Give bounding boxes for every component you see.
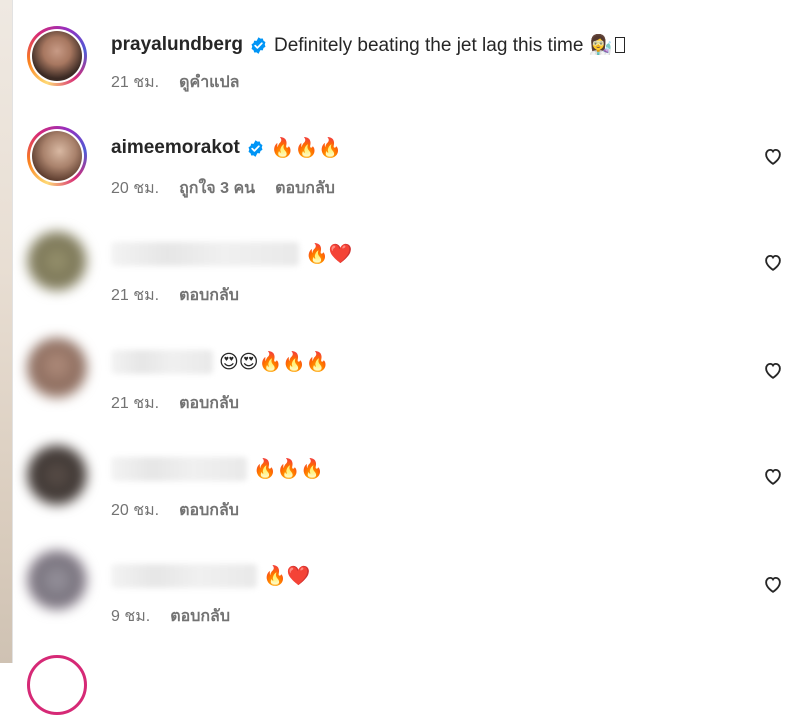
reply-button[interactable]: ตอบกลับ (179, 498, 239, 523)
avatar[interactable] (27, 338, 87, 398)
heart-outline-icon[interactable] (762, 359, 784, 381)
username-link[interactable]: aimeemorakot (111, 137, 240, 159)
reply-button[interactable]: ตอบกลับ (170, 604, 230, 629)
heart-outline-icon[interactable] (762, 573, 784, 595)
translate-link[interactable]: ดูคำแปล (179, 70, 239, 95)
verified-badge-icon (251, 36, 266, 54)
heart-outline-icon[interactable] (762, 465, 784, 487)
comment-header: 😍😍🔥🔥🔥 (111, 349, 330, 375)
likes-count-link[interactable]: ถูกใจ 3 คน (179, 176, 255, 201)
username-link-blurred[interactable] (111, 242, 299, 266)
comment-time: 20 ชม. (111, 501, 160, 519)
missing-glyph-box (615, 37, 626, 53)
heart-outline-icon[interactable] (762, 251, 784, 273)
comment-header: 🔥🔥🔥 (111, 456, 324, 482)
comment-item: 🔥❤️ 21 ชม. ตอบกลับ (0, 228, 800, 328)
comment-time: 21 ชม. (111, 73, 160, 91)
avatar[interactable] (27, 445, 87, 505)
comment-meta: 20 ชม. ตอบกลับ (111, 499, 259, 521)
comment-text: 😍😍🔥🔥🔥 (219, 352, 330, 373)
avatar[interactable] (27, 26, 87, 86)
comment-time: 21 ชม. (111, 286, 160, 304)
reply-button[interactable]: ตอบกลับ (179, 283, 239, 308)
comment-text: 🔥🔥🔥 (270, 138, 342, 159)
comment-item: prayalundberg Definitely beating the jet… (0, 15, 800, 115)
avatar[interactable] (27, 126, 87, 186)
comment-text: 🔥🔥🔥 (253, 459, 324, 480)
comment-item: 🔥🔥🔥 20 ชม. ตอบกลับ (0, 443, 800, 543)
comment-meta: 9 ชม. ตอบกลับ (111, 605, 250, 627)
comment-text: Definitely beating the jet lag this time… (273, 35, 613, 56)
avatar-partial[interactable] (27, 655, 87, 715)
comment-item: 🔥❤️ 9 ชม. ตอบกลับ (0, 550, 800, 650)
comment-meta: 21 ชม. ตอบกลับ (111, 284, 259, 306)
comment-meta: 21 ชม. ดูคำแปล (111, 71, 259, 93)
avatar[interactable] (27, 231, 87, 291)
comment-meta: 21 ชม. ตอบกลับ (111, 392, 259, 414)
heart-outline-icon[interactable] (762, 145, 784, 167)
avatar[interactable] (27, 550, 87, 610)
comment-header: 🔥❤️ (111, 241, 352, 267)
reply-button[interactable]: ตอบกลับ (179, 391, 239, 416)
comment-text: 🔥❤️ (263, 566, 311, 587)
username-link-blurred[interactable] (111, 564, 257, 588)
verified-badge-icon (248, 139, 263, 157)
comment-time: 9 ชม. (111, 607, 151, 625)
comment-header: prayalundberg Definitely beating the jet… (111, 32, 626, 58)
username-link[interactable]: prayalundberg (111, 34, 243, 56)
comment-text: 🔥❤️ (305, 244, 353, 265)
reply-button[interactable]: ตอบกลับ (275, 176, 335, 201)
comment-item: 😍😍🔥🔥🔥 21 ชม. ตอบกลับ (0, 336, 800, 436)
username-link-blurred[interactable] (111, 457, 247, 481)
comment-item: aimeemorakot 🔥🔥🔥 20 ชม. ถูกใจ 3 คน ตอบกล… (0, 122, 800, 222)
comment-time: 20 ชม. (111, 179, 160, 197)
comment-meta: 20 ชม. ถูกใจ 3 คน ตอบกลับ (111, 177, 355, 199)
comment-header: aimeemorakot 🔥🔥🔥 (111, 135, 342, 161)
comment-header: 🔥❤️ (111, 563, 310, 589)
comment-time: 21 ชม. (111, 394, 160, 412)
username-link-blurred[interactable] (111, 350, 213, 374)
